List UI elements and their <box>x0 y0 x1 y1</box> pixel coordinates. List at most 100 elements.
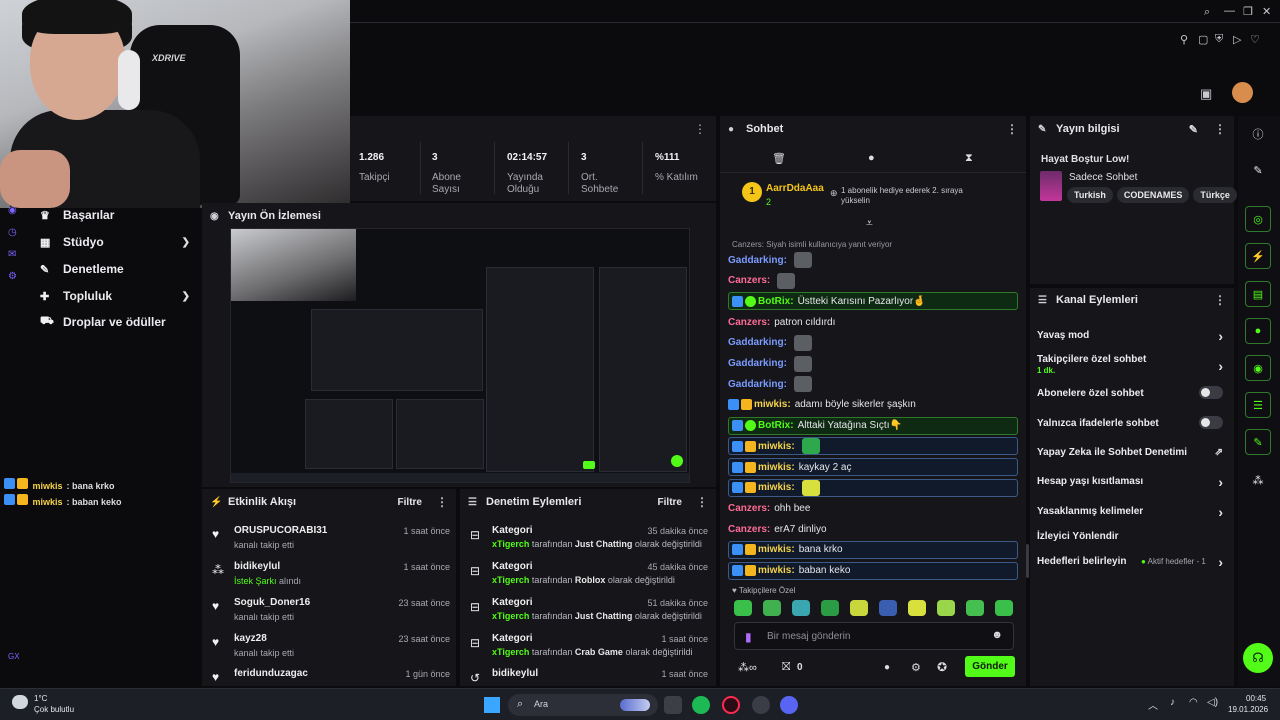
apps-icon[interactable]: ⁂ <box>1245 467 1271 493</box>
volume-icon[interactable]: ◁) <box>1207 697 1218 708</box>
chat-message[interactable]: Canzers: patron cıldırdı <box>728 313 1018 331</box>
mic-icon[interactable]: ▮ <box>745 630 752 644</box>
activity-filter-button[interactable]: Filtre <box>398 497 422 508</box>
chat-username[interactable]: BotRix: <box>758 420 794 431</box>
chat-input[interactable]: ▮ Bir mesaj gönderin ☻ <box>734 622 1014 650</box>
chat-message[interactable]: Canzers: <box>728 272 1018 290</box>
slow-mode-row[interactable]: Yavaş mod › <box>1037 328 1227 344</box>
chat-message[interactable]: Canzers: ohh bee <box>728 499 1018 517</box>
chat-username[interactable]: miwkis: <box>758 565 795 576</box>
steam-icon[interactable] <box>752 696 770 714</box>
chat-message[interactable]: BotRix: Alttaki Yatağına Sıçtı👇 <box>728 416 1018 435</box>
chat-message[interactable]: Gaddarking: <box>728 334 1018 352</box>
nav-item-studio[interactable]: ▦ Stüdyo ❯ <box>40 235 190 249</box>
emoji-icon[interactable]: ☻ <box>991 629 1003 641</box>
chat-message[interactable]: Canzers: erA7 dinliyo <box>728 520 1018 538</box>
bolt-button[interactable]: ⚡ <box>1245 243 1271 269</box>
chat-message[interactable]: Gaddarking: <box>728 375 1018 393</box>
windows-start-icon[interactable] <box>484 697 500 713</box>
badge-settings-icon[interactable]: ✪ <box>937 660 947 674</box>
banned-words-row[interactable]: Yasaklanmış kelimeler › <box>1037 504 1227 520</box>
moderation-filter-button[interactable]: Filtre <box>658 497 682 508</box>
trash-icon[interactable]: 🗑 <box>772 152 786 165</box>
chat-settings-bubble-icon[interactable]: ● <box>884 662 890 673</box>
heart-icon[interactable]: ♡ <box>1250 33 1260 46</box>
followers-only-row[interactable]: Takipçilere özel sohbet 1 dk. › <box>1037 354 1227 375</box>
pin-icon[interactable]: ⚲ <box>1180 33 1188 46</box>
snapshot-icon[interactable]: ▢ <box>1198 33 1208 46</box>
nav-item-moderation[interactable]: ✎ Denetleme <box>40 262 190 276</box>
chat-message[interactable]: miwkis: kaykay 2 aç <box>728 458 1018 476</box>
chat-message[interactable]: miwkis: bana krko <box>728 540 1018 559</box>
settings-icon[interactable]: ⚙ <box>911 661 921 674</box>
chat-message[interactable]: Gaddarking: <box>728 251 1018 269</box>
theater-icon[interactable]: ▣ <box>1200 86 1212 102</box>
chat-username[interactable]: BotRix: <box>758 296 794 307</box>
send-button[interactable]: Gönder <box>965 656 1015 677</box>
more-icon[interactable]: ⋮ <box>1006 122 1018 136</box>
document-button[interactable]: ▤ <box>1245 281 1271 307</box>
list-button[interactable]: ☰ <box>1245 392 1271 418</box>
minimize-icon[interactable]: — <box>1224 5 1235 17</box>
chat-username[interactable]: Gaddarking: <box>728 379 787 390</box>
goals-row[interactable]: Hedefleri belirleyin ● Aktif hedefler - 1… <box>1037 554 1227 570</box>
chat-username[interactable]: miwkis: <box>758 482 795 493</box>
chat-button[interactable]: ● <box>1245 318 1271 344</box>
chat-username[interactable]: Canzers: <box>728 524 770 535</box>
more-icon[interactable]: ⋮ <box>436 495 448 509</box>
taskbar-search[interactable]: ⌕ Ara <box>508 694 658 716</box>
chat-message[interactable]: miwkis: <box>728 437 1018 456</box>
chat-username[interactable]: Gaddarking: <box>728 337 787 348</box>
wrench-button[interactable]: ✎ <box>1245 429 1271 455</box>
ai-moderation-row[interactable]: Yapay Zeka ile Sohbet Denetimi ⇗ <box>1037 447 1227 458</box>
chat-username[interactable]: miwkis: <box>758 441 795 452</box>
more-icon[interactable]: ⋮ <box>694 122 706 136</box>
nav-side-icon[interactable]: ✉ <box>8 249 16 260</box>
close-icon[interactable]: ✕ <box>1262 5 1271 18</box>
chat-message[interactable]: miwkis: <box>728 478 1018 497</box>
more-icon[interactable]: ⋮ <box>1214 293 1226 307</box>
chat-username[interactable]: Canzers: <box>728 503 770 514</box>
broadcast-button[interactable]: ◉ <box>1245 355 1271 381</box>
account-age-row[interactable]: Hesap yaşı kısıtlaması › <box>1037 474 1227 490</box>
emote-row[interactable] <box>734 600 1024 619</box>
more-icon[interactable]: ⋮ <box>696 495 708 509</box>
file-explorer-icon[interactable] <box>664 696 682 714</box>
camera-button[interactable]: ◎ <box>1245 206 1271 232</box>
opera-gx-icon[interactable] <box>722 696 740 714</box>
emotes-only-toggle[interactable] <box>1199 416 1223 429</box>
nav-side-icon[interactable]: ◉ <box>8 205 17 216</box>
chevron-up-icon[interactable]: ︿ <box>1148 697 1158 712</box>
chat-username[interactable]: Gaddarking: <box>728 358 787 369</box>
nav-item-achievements[interactable]: ♛ Başarılar <box>40 208 190 222</box>
nav-item-drops[interactable]: ⛟ Droplar ve ödüller <box>40 315 190 329</box>
hourglass-icon[interactable]: ⧗ <box>965 152 973 165</box>
edit-icon[interactable]: ✎ <box>1189 123 1198 136</box>
emotes-only-row[interactable]: Yalnızca ifadelerle sohbet <box>1037 416 1227 429</box>
discord-icon[interactable] <box>780 696 798 714</box>
search-icon[interactable]: ⌕ <box>1204 6 1210 19</box>
chat-bubble-icon[interactable]: ● <box>868 152 875 164</box>
chat-scrollbar[interactable] <box>1026 544 1029 578</box>
scroll-down-icon[interactable]: ⩡ <box>866 216 873 231</box>
settings-icon[interactable]: ⚙ <box>8 271 17 282</box>
chat-message[interactable]: BotRix: Üstteki Karısını Pazarlıyor🤞 <box>728 292 1018 311</box>
play-icon[interactable]: ▷ <box>1233 33 1241 46</box>
subscribers-only-toggle[interactable] <box>1199 386 1223 399</box>
chat-message[interactable]: miwkis: adamı böyle sikerler şaşkın <box>728 396 1018 414</box>
avatar[interactable] <box>1232 82 1253 103</box>
more-icon[interactable]: ⋮ <box>1214 122 1226 136</box>
chat-username[interactable]: miwkis: <box>758 462 795 473</box>
chat-message[interactable]: Gaddarking: <box>728 355 1018 373</box>
raid-row[interactable]: İzleyici Yönlendir <box>1037 531 1227 542</box>
network-icon[interactable]: ◠ <box>1189 697 1198 708</box>
maximize-icon[interactable]: ❐ <box>1243 5 1253 18</box>
microphone-icon[interactable]: ♪ <box>1170 697 1175 708</box>
nav-side-icon[interactable]: ◷ <box>8 227 17 238</box>
spotify-icon[interactable] <box>692 696 710 714</box>
subscribers-only-row[interactable]: Abonelere özel sohbet <box>1037 386 1227 399</box>
info-icon[interactable]: ⓘ <box>1245 121 1271 147</box>
shield-icon[interactable]: ⛨ <box>1215 33 1223 46</box>
edit-icon[interactable]: ✎ <box>1245 157 1271 183</box>
bits-icon[interactable]: ⁂∞ <box>738 661 757 674</box>
